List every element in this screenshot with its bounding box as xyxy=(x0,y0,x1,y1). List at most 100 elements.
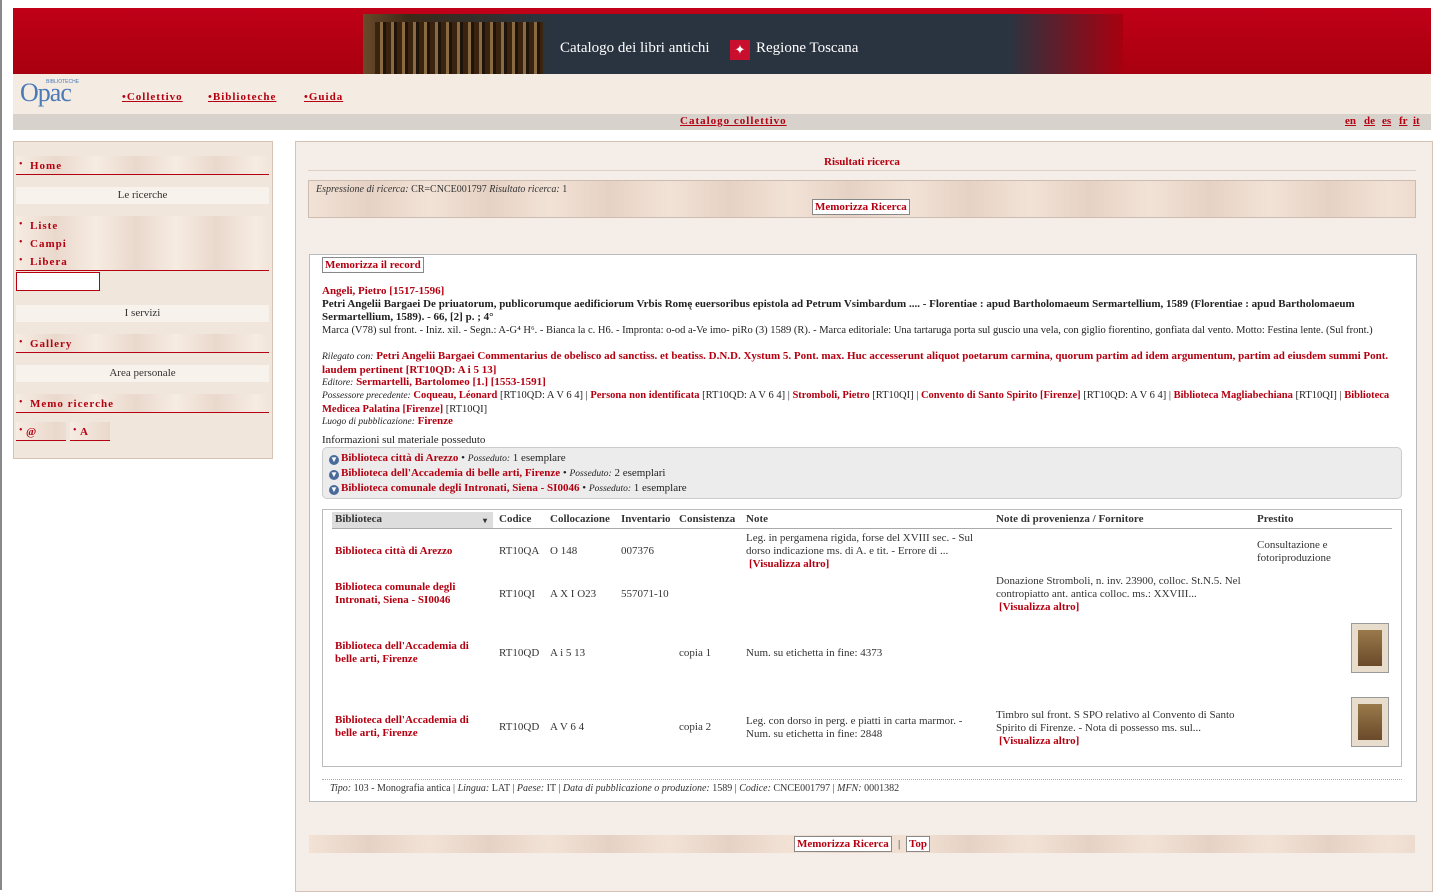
nav-guida[interactable]: •Guida xyxy=(304,91,343,103)
table-row-3-collocazione: A i 5 13 xyxy=(550,647,586,659)
possessore-link[interactable]: Convento di Santo Spirito [Firenze] xyxy=(921,390,1081,401)
col-note[interactable]: Note xyxy=(746,513,768,525)
bullet-icon: • xyxy=(19,255,23,266)
record-legato: Rilegato con: Petri Angelii Bargaei Comm… xyxy=(322,350,1389,376)
record-author: Angeli, Pietro [1517-1596] xyxy=(322,285,1402,298)
holding-item[interactable]: ▼ Biblioteca comunale degli Intronati, Si… xyxy=(329,482,687,495)
bullet-icon: • xyxy=(19,159,23,170)
possessore-link[interactable]: Stromboli, Pietro xyxy=(792,390,869,401)
table-row-3-codice: RT10QD xyxy=(499,647,540,659)
legato-link[interactable]: Petri Angelii Bargaei Commentarius de ob… xyxy=(322,350,1388,376)
memorizza-ricerca-bottom-button[interactable]: Memorizza Ricerca xyxy=(794,836,892,852)
table-row-2-provenienza-2: contropiatto ant. antica colloc. ms.: XX… xyxy=(996,588,1197,600)
possessore-link[interactable]: Coqueau, Léonard xyxy=(413,390,497,401)
table-row-1-biblioteca[interactable]: Biblioteca città di Arezzo xyxy=(335,545,452,558)
sidebar-item-libera[interactable]: • Libera xyxy=(16,252,269,271)
col-biblioteca[interactable]: Biblioteca xyxy=(335,513,382,525)
table-row-1-prestito: Consultazione e xyxy=(1257,539,1328,551)
lang-es[interactable]: es xyxy=(1382,115,1391,127)
sidebar-item-home[interactable]: • Home xyxy=(16,156,269,175)
memorizza-ricerca-button[interactable]: Memorizza Ricerca xyxy=(812,199,910,215)
bullet-icon: • xyxy=(19,337,23,348)
table-row-1-note: Leg. in pergamena rigida, forse del XVII… xyxy=(746,532,974,544)
lang-it[interactable]: it xyxy=(1413,115,1420,127)
book-thumbnail-image[interactable] xyxy=(1351,623,1389,673)
col-codice[interactable]: Codice xyxy=(499,513,531,525)
table-row-3-biblioteca[interactable]: Biblioteca dell'Accademia di xyxy=(335,640,469,653)
libera-search-input[interactable] xyxy=(16,272,100,291)
sidebar-item-memo[interactable]: • Memo ricerche xyxy=(16,394,269,413)
luogo-link[interactable]: Firenze xyxy=(418,415,453,427)
table-row-4-biblioteca[interactable]: Biblioteca dell'Accademia di xyxy=(335,714,469,727)
col-consistenza[interactable]: Consistenza xyxy=(679,513,735,525)
record-possessori: Possessore precedente: Coqueau, Léonard … xyxy=(322,390,1390,415)
table-row-4-collocazione: A V 6 4 xyxy=(550,721,585,733)
table-row-2-biblioteca-2[interactable]: Intronati, Siena - SI0046 xyxy=(335,594,450,607)
bullet-icon: • xyxy=(19,219,23,230)
table-row-4-note-2: Num. su etichetta in fine: 2848 xyxy=(746,728,883,740)
top-button[interactable]: Top xyxy=(906,836,930,852)
toscana-logo-icon: ✦ xyxy=(730,40,750,60)
visualizza-altro-link[interactable]: [Visualizza altro] xyxy=(749,558,829,571)
table-row-2-provenienza: Donazione Stromboli, n. inv. 23900, coll… xyxy=(996,575,1241,587)
header-divider xyxy=(332,528,1392,529)
holding-item[interactable]: ▼ Biblioteca città di Arezzo • Posseduto:… xyxy=(329,452,566,465)
lang-de[interactable]: de xyxy=(1364,115,1375,127)
sidebar-item-at[interactable]: • @ xyxy=(16,422,66,441)
lang-en[interactable]: en xyxy=(1345,115,1356,127)
banner-region: Regione Toscana xyxy=(756,40,859,56)
record-luogo: Luogo di pubblicazione: Firenze xyxy=(322,415,453,427)
table-row-4-provenienza: Timbro sul front. S SPO relativo al Conv… xyxy=(996,709,1235,721)
header-banner xyxy=(13,8,1431,74)
expand-arrow-icon[interactable]: ▼ xyxy=(329,485,339,495)
books-image xyxy=(375,22,543,74)
sidebar-item-gallery[interactable]: • Gallery xyxy=(16,334,269,353)
sidebar-item-liste[interactable]: • Liste xyxy=(16,216,269,235)
possessore-link[interactable]: Biblioteca Magliabechiana xyxy=(1174,390,1293,401)
opac-logo[interactable]: Opac xyxy=(20,78,72,108)
table-row-2-collocazione: A X I O23 xyxy=(550,588,597,600)
separator: | xyxy=(898,838,901,850)
catalogo-collettivo-link[interactable]: Catalogo collettivo xyxy=(680,115,787,127)
table-row-2-biblioteca[interactable]: Biblioteca comunale degli xyxy=(335,581,455,594)
table-row-3-consistenza: copia 1 xyxy=(679,647,712,659)
info-materiale-heading: Informazioni sul materiale posseduto xyxy=(322,434,486,446)
expand-arrow-icon[interactable]: ▼ xyxy=(329,470,339,480)
window-left-border xyxy=(0,0,2,890)
table-row-4-consistenza: copia 2 xyxy=(679,721,712,733)
book-thumbnail-image[interactable] xyxy=(1351,697,1389,747)
author-link[interactable]: Angeli, Pietro [1517-1596] xyxy=(322,285,444,297)
table-row-3-note: Num. su etichetta in fine: 4373 xyxy=(746,647,883,659)
nav-collettivo[interactable]: •Collettivo xyxy=(122,91,183,103)
col-note-provenienza[interactable]: Note di provenienza / Fornitore xyxy=(996,513,1143,525)
table-row-1-collocazione: O 148 xyxy=(550,545,578,557)
visualizza-altro-link[interactable]: [Visualizza altro] xyxy=(999,601,1079,614)
sidebar-heading-ricerche: Le ricerche xyxy=(16,187,269,204)
table-row-4-codice: RT10QD xyxy=(499,721,540,733)
nav-biblioteche[interactable]: •Biblioteche xyxy=(208,91,276,103)
table-row-4-biblioteca-2[interactable]: belle arti, Firenze xyxy=(335,727,418,740)
sort-arrow-icon[interactable]: ▾ xyxy=(483,516,487,525)
table-row-4-note: Leg. con dorso in perg. e piatti in cart… xyxy=(746,715,963,727)
col-inventario[interactable]: Inventario xyxy=(621,513,671,525)
col-prestito[interactable]: Prestito xyxy=(1257,513,1293,525)
table-row-2-codice: RT10QI xyxy=(499,588,536,600)
search-expression: Espressione di ricerca: CR=CNCE001797 Ri… xyxy=(316,184,568,195)
table-row-3-biblioteca-2[interactable]: belle arti, Firenze xyxy=(335,653,418,666)
sidebar-item-a[interactable]: • A xyxy=(70,422,110,441)
record-editore: Editore: Sermartelli, Bartolomeo [1.] [1… xyxy=(322,376,546,388)
possessore-link[interactable]: Persona non identificata xyxy=(590,390,699,401)
col-collocazione[interactable]: Collocazione xyxy=(550,513,610,525)
record-footer: Tipo: 103 - Monografia antica | Lingua: … xyxy=(330,783,900,794)
visualizza-altro-link[interactable]: [Visualizza altro] xyxy=(999,735,1079,748)
holding-item[interactable]: ▼ Biblioteca dell'Accademia di belle arti… xyxy=(329,467,665,480)
record-title: Petri Angelii Bargaei De priuatorum, pub… xyxy=(322,298,1355,323)
bullet-icon: • xyxy=(19,425,23,436)
expand-arrow-icon[interactable]: ▼ xyxy=(329,455,339,465)
editore-link[interactable]: Sermartelli, Bartolomeo [1.] [1553-1591] xyxy=(356,376,546,388)
sidebar-item-campi[interactable]: • Campi xyxy=(16,234,269,253)
memorizza-record-button[interactable]: Memorizza il record xyxy=(322,257,424,273)
lang-fr[interactable]: fr xyxy=(1399,115,1408,127)
holdings-box: ▼ Biblioteca città di Arezzo • Posseduto:… xyxy=(322,447,1402,499)
banner-title: Catalogo dei libri antichi xyxy=(560,40,710,56)
